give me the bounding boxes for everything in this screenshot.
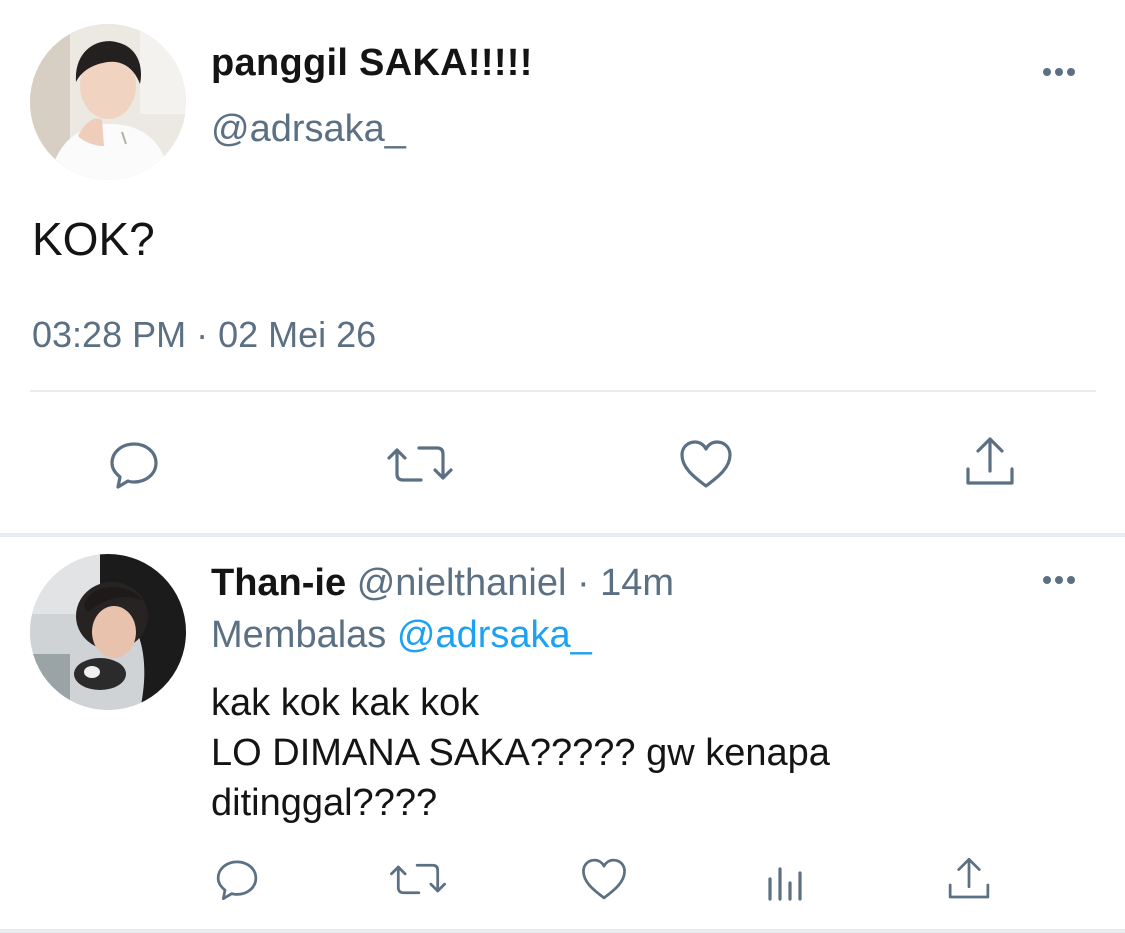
reply-icon[interactable] — [212, 854, 262, 904]
share-icon[interactable] — [960, 432, 1020, 492]
section-divider — [0, 533, 1125, 537]
tweet-text: kak kok kak kok LO DIMANA SAKA????? gw k… — [211, 678, 830, 828]
tweet-text-line: ditinggal???? — [211, 782, 438, 824]
share-icon[interactable] — [944, 854, 994, 904]
like-icon[interactable] — [578, 854, 630, 904]
avatar[interactable] — [30, 554, 186, 710]
replying-label: Membalas — [211, 614, 387, 656]
avatar-photo — [30, 24, 186, 180]
avatar[interactable] — [30, 24, 186, 180]
replying-to: Membalas @adrsaka_ — [211, 614, 592, 657]
divider — [30, 390, 1096, 392]
more-horizontal-icon[interactable] — [1043, 576, 1083, 588]
display-name[interactable]: panggil SAKA!!!!! — [211, 42, 533, 85]
handle-and-time[interactable]: @nielthaniel · 14m — [357, 562, 674, 604]
main-tweet: panggil SAKA!!!!! @adrsaka_ KOK? 03:28 P… — [0, 0, 1125, 535]
retweet-icon[interactable] — [385, 434, 455, 494]
like-icon[interactable] — [676, 434, 736, 494]
tweet-text: KOK? — [32, 213, 155, 265]
bottom-divider — [0, 929, 1125, 933]
tweet-text-line: LO DIMANA SAKA????? gw kenapa — [211, 732, 830, 774]
reply-header: Than-ie @nielthaniel · 14m — [211, 562, 674, 605]
tweet-timestamp[interactable]: 03:28 PM · 02 Mei 26 — [32, 314, 376, 356]
retweet-icon[interactable] — [388, 854, 448, 904]
user-handle[interactable]: @adrsaka_ — [211, 108, 406, 151]
display-name[interactable]: Than-ie — [211, 562, 346, 604]
analytics-icon[interactable] — [762, 856, 808, 904]
more-horizontal-icon[interactable] — [1043, 68, 1083, 80]
tweet-text-line: kak kok kak kok — [211, 682, 480, 724]
reply-icon[interactable] — [104, 434, 164, 494]
avatar-photo — [30, 554, 186, 710]
mention-link[interactable]: @adrsaka_ — [397, 614, 592, 656]
